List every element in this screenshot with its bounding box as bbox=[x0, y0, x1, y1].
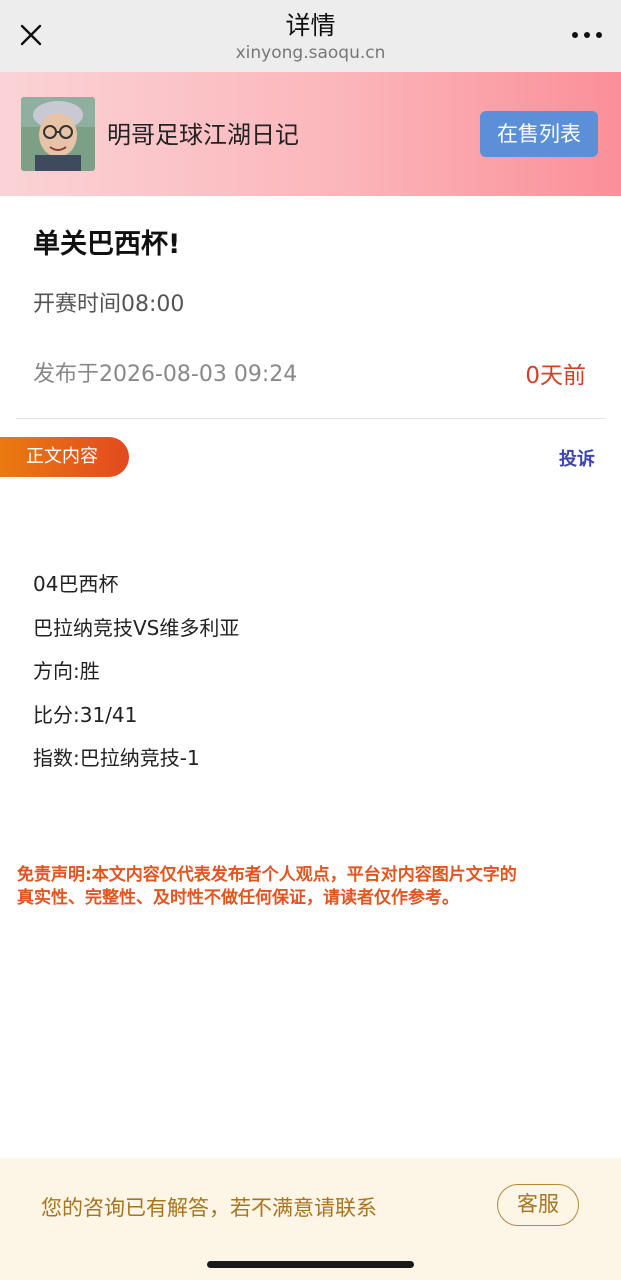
days-ago-label: 0天前 bbox=[525, 363, 586, 389]
publish-time: 发布于2026-08-03 09:24 bbox=[33, 362, 298, 387]
content-line: 比分:31/41 bbox=[33, 703, 138, 727]
detail-page: 详情 xinyong.saoqu.cn 明哥足球江湖日记 在售列表 单关巴西杯!… bbox=[0, 0, 621, 1280]
content-line: 巴拉纳竞技VS维多利亚 bbox=[33, 616, 240, 640]
consult-status-text: 您的咨询已有解答，若不满意请联系 bbox=[41, 1196, 377, 1220]
divider bbox=[16, 418, 605, 419]
report-link[interactable]: 投诉 bbox=[559, 445, 595, 471]
more-dots-icon[interactable] bbox=[567, 20, 607, 50]
match-time: 开赛时间08:00 bbox=[33, 292, 185, 317]
on-sale-list-button[interactable]: 在售列表 bbox=[480, 111, 598, 157]
page-url: xinyong.saoqu.cn bbox=[235, 43, 386, 63]
author-name: 明哥足球江湖日记 bbox=[107, 121, 299, 149]
disclaimer-line: 免责声明:本文内容仅代表发布者个人观点，平台对内容图片文字的 bbox=[17, 865, 517, 885]
section-tag-content: 正文内容 bbox=[0, 437, 129, 477]
top-nav-bar: 详情 xinyong.saoqu.cn bbox=[0, 0, 621, 72]
disclaimer: 免责声明:本文内容仅代表发布者个人观点，平台对内容图片文字的 真实性、完整性、及… bbox=[17, 864, 607, 910]
avatar[interactable] bbox=[21, 97, 95, 171]
content-line: 方向:胜 bbox=[33, 659, 100, 683]
article-title: 单关巴西杯! bbox=[33, 229, 181, 260]
author-banner: 明哥足球江湖日记 在售列表 bbox=[0, 72, 621, 196]
disclaimer-line: 真实性、完整性、及时性不做任何保证，请读者仅作参考。 bbox=[17, 888, 459, 908]
customer-service-button[interactable]: 客服 bbox=[497, 1184, 579, 1226]
content-line: 指数:巴拉纳竞技-1 bbox=[33, 746, 200, 770]
page-title: 详情 bbox=[285, 11, 336, 40]
content-line: 04巴西杯 bbox=[33, 572, 119, 596]
home-indicator[interactable] bbox=[207, 1261, 414, 1268]
